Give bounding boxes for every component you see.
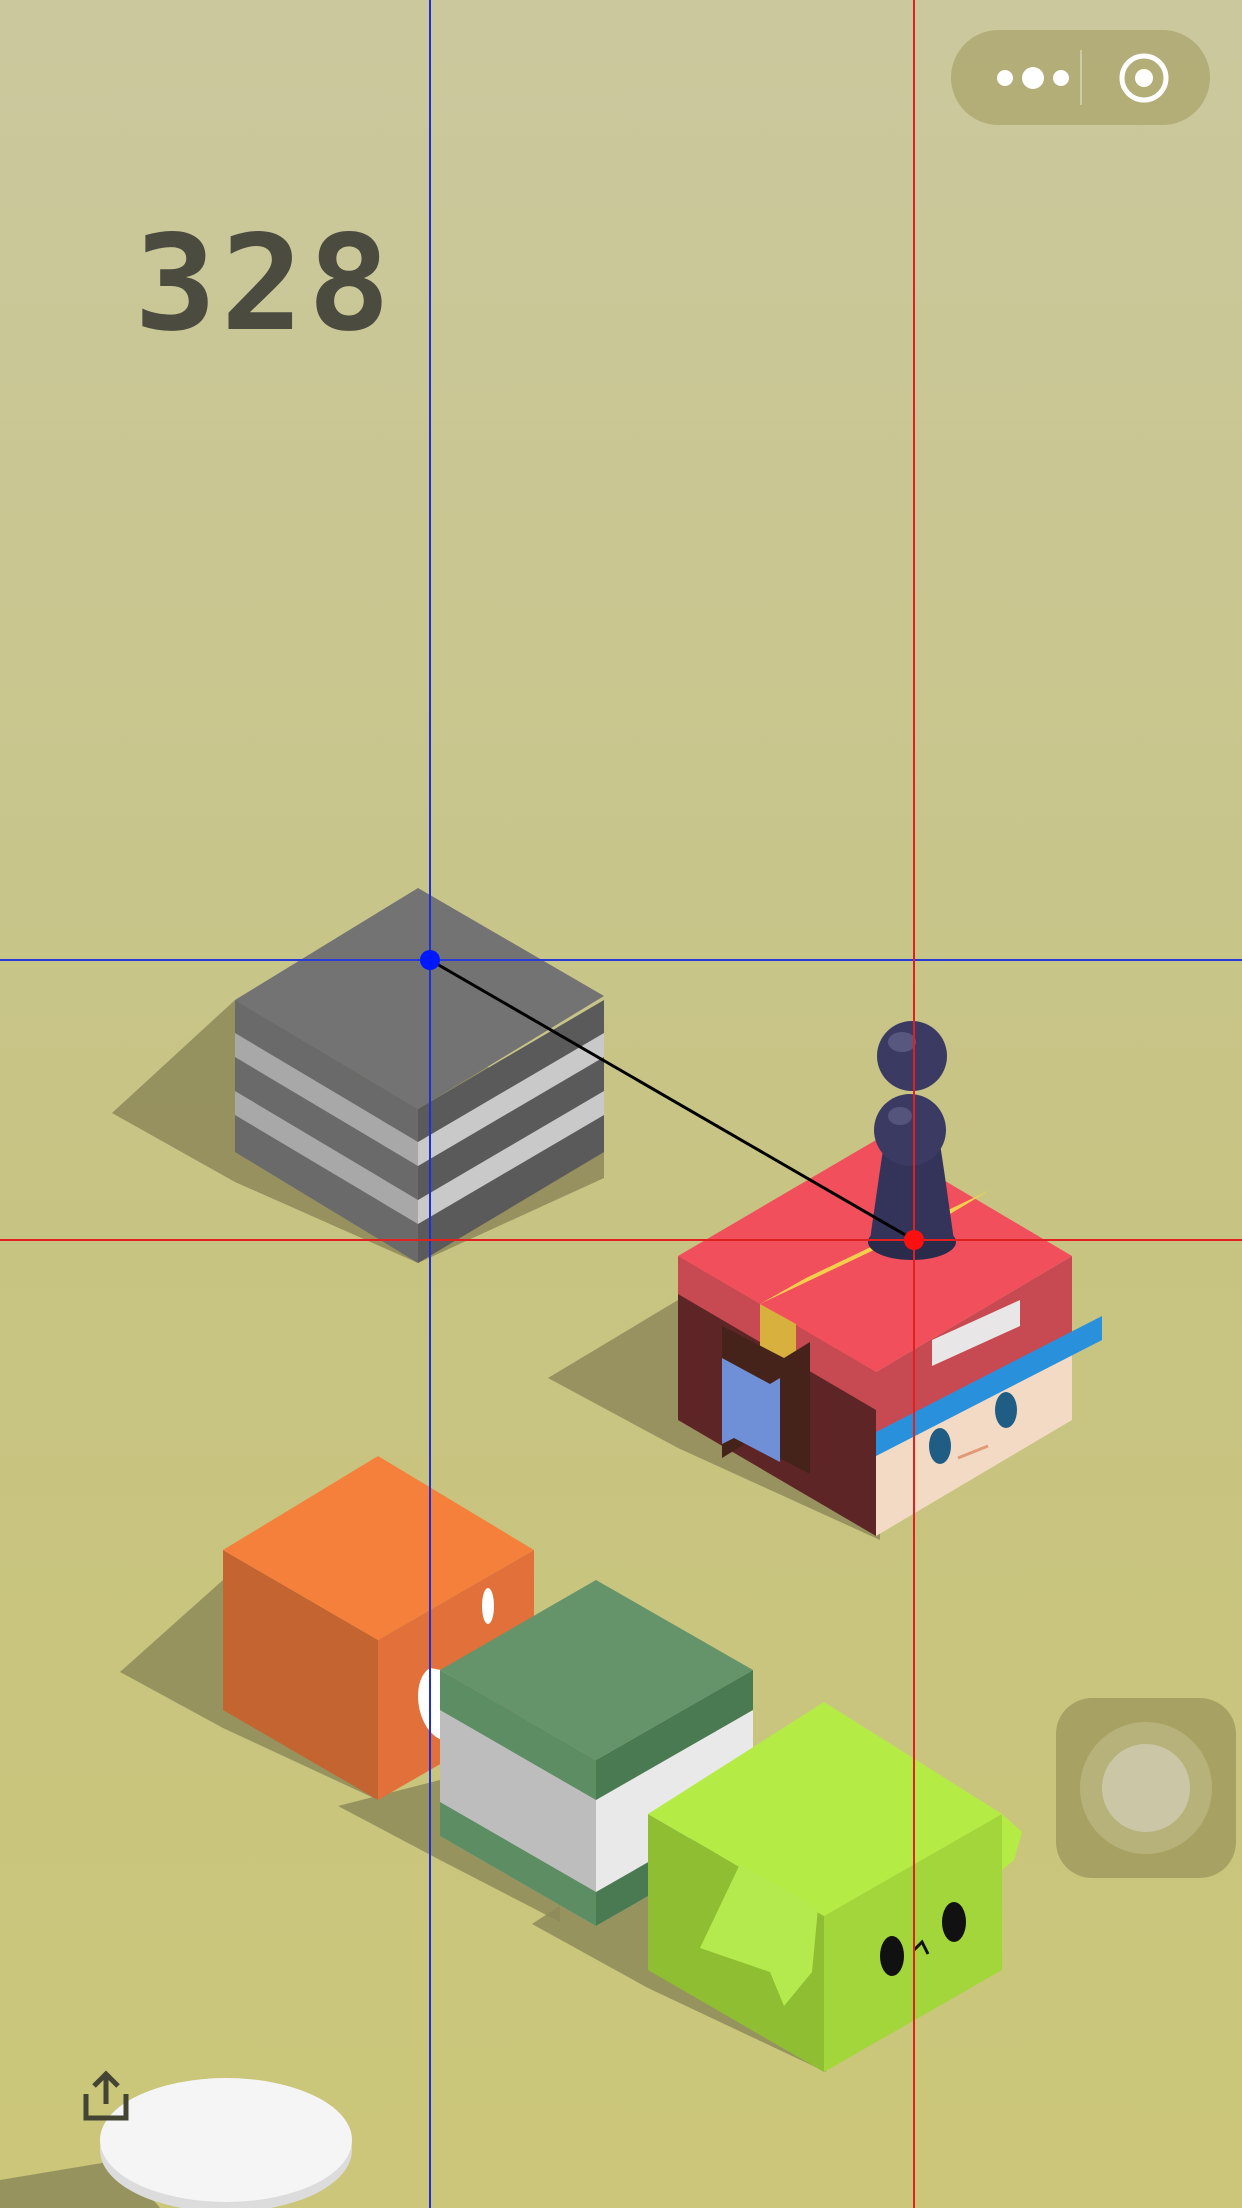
score-counter: 328 <box>134 207 395 361</box>
share-upload-icon[interactable] <box>78 2068 134 2124</box>
target-circle-icon[interactable] <box>1118 52 1170 104</box>
joystick-button[interactable] <box>1056 1698 1236 1878</box>
player-marker-red <box>904 1230 924 1250</box>
player-piece <box>868 1021 956 1260</box>
white-plate <box>100 2078 352 2208</box>
miniprogram-capsule <box>951 30 1210 125</box>
joystick-knob[interactable] <box>1102 1744 1190 1832</box>
gray-striped-block <box>235 888 604 1263</box>
capsule-divider <box>1080 50 1082 105</box>
game-stage[interactable]: 328 <box>0 0 1242 2208</box>
target-marker-blue <box>420 950 440 970</box>
ellipsis-icon[interactable] <box>991 60 1075 96</box>
